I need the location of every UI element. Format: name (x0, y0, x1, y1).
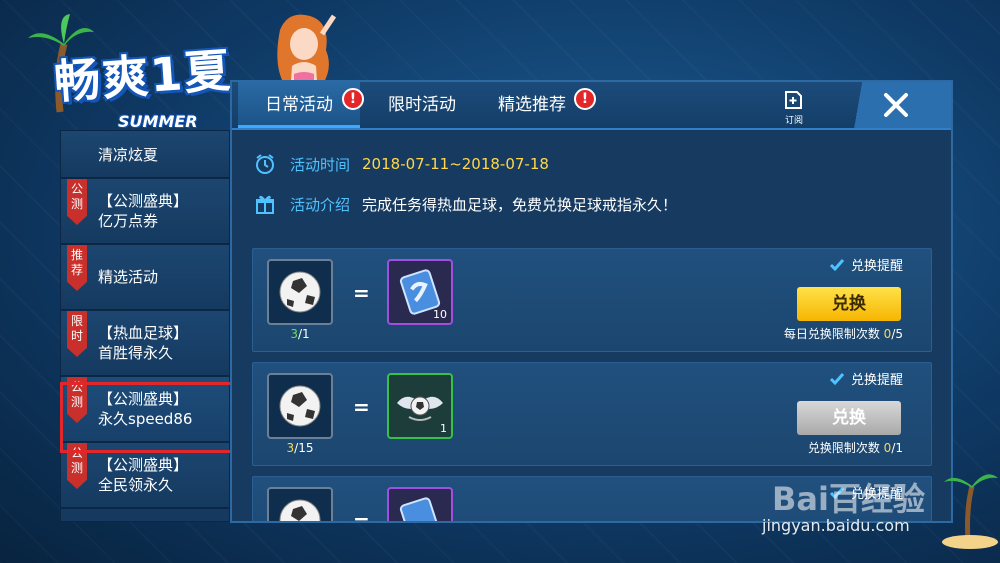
exchange-reminder[interactable]: 兑换提醒 (829, 255, 903, 274)
exchange-limit-total: /5 (891, 327, 903, 341)
tab-featured[interactable]: 精选推荐 (480, 82, 584, 128)
checkbox-checked-icon (829, 372, 845, 385)
exchange-limit: 每日兑换限制次数 0/5 (784, 325, 903, 342)
exchange-limit-total: /1 (891, 441, 903, 455)
sidebar-item-coupons[interactable]: 公测 【公测盛典】 亿万点券 (61, 179, 229, 245)
coupon-card-icon (399, 497, 441, 521)
sidebar-item-line2: 全民领永久 (98, 476, 174, 494)
activity-intro-value: 完成任务得热血足球，免费兑换足球戒指永久！ (362, 195, 678, 214)
sidebar-item-line1: 精选活动 (98, 268, 159, 286)
exchange-card: 3/15 = 1 兑换提醒 兑换 兑换限制次数 0/1 (252, 362, 932, 466)
checkbox-checked-icon (829, 258, 845, 271)
tab-daily-alert-badge: ! (342, 88, 364, 110)
gift-icon (256, 195, 274, 214)
sidebar-item-featured[interactable]: 推荐 精选活动 (61, 245, 229, 311)
sidebar-item-line1: 【公测盛典】 (98, 456, 189, 474)
logo-title: 畅爽1夏 (52, 42, 234, 110)
tab-featured-alert-badge: ! (574, 88, 596, 110)
activity-time-label: 活动时间 (290, 155, 351, 174)
football-icon (279, 499, 321, 521)
sidebar-item-line1: 【公测盛典】 (98, 192, 189, 210)
exchange-card: 3/1 = 10 兑换提醒 兑换 每日兑换限制次数 0/5 (252, 248, 932, 352)
equals-sign: = (353, 509, 370, 521)
exchange-button-disabled[interactable]: 兑换 (797, 401, 901, 435)
activity-time-row: 活动时间 2018-07-11~2018-07-18 (254, 152, 549, 176)
exchange-reminder-label: 兑换提醒 (850, 259, 903, 274)
quantity-required: /1 (297, 327, 310, 341)
sidebar-tag: 公测 (67, 377, 87, 423)
close-icon (884, 93, 908, 117)
quantity-owned: 3 (290, 327, 298, 341)
equals-sign: = (353, 395, 370, 419)
sidebar-item-label: 【公测盛典】 亿万点券 (98, 191, 223, 231)
activity-time-value: 2018-07-11~2018-07-18 (362, 155, 549, 173)
exchange-button[interactable]: 兑换 (797, 287, 901, 321)
exchange-reminder-label: 兑换提醒 (850, 373, 903, 388)
item-quantity: 3/15 (267, 441, 333, 455)
sidebar-item-line2: 亿万点券 (98, 212, 159, 230)
sidebar-item-line2: 永久speed86 (98, 410, 193, 428)
football-item-slot[interactable] (267, 259, 333, 325)
sidebar-tag: 推荐 (67, 245, 87, 291)
sidebar-item-line1: 【公测盛典】 (98, 390, 189, 408)
watermark-url: jingyan.baidu.com (762, 516, 910, 535)
sidebar-item-label: 【公测盛典】 全民领永久 (98, 455, 223, 495)
tab-label: 限时活动 (388, 95, 456, 115)
close-button[interactable] (841, 82, 951, 128)
subscribe-button[interactable]: 订阅 (780, 90, 808, 126)
football-item-slot[interactable] (267, 487, 333, 521)
sidebar-item-summer[interactable]: 清凉炫夏 (61, 131, 229, 179)
sidebar-item-permanent[interactable]: 公测 【公测盛典】 全民领永久 (61, 443, 229, 509)
activity-panel: 日常活动 ! 限时活动 精选推荐 ! 订阅 活动时间 2018-07-11~20… (230, 80, 953, 523)
tab-label: 日常活动 (265, 95, 333, 115)
reward-item-slot[interactable] (387, 487, 453, 521)
tab-limited[interactable]: 限时活动 (372, 82, 472, 128)
football-icon (279, 271, 321, 313)
reward-count: 1 (440, 422, 447, 435)
sidebar-item-line1: 【热血足球】 (98, 324, 189, 342)
sidebar-tag: 公测 (67, 179, 87, 225)
tab-label: 精选推荐 (498, 95, 566, 115)
quantity-owned: 3 (286, 441, 295, 455)
activity-sidebar: 清凉炫夏 公测 【公测盛典】 亿万点券 推荐 精选活动 限时 【热血足球】 首胜… (60, 130, 230, 522)
subscribe-label: 订阅 (784, 116, 803, 126)
equals-sign: = (353, 281, 370, 305)
exchange-limit: 兑换限制次数 0/1 (808, 439, 903, 456)
sidebar-item-label: 精选活动 (98, 267, 223, 287)
quantity-required: /15 (294, 441, 314, 455)
exchange-reminder[interactable]: 兑换提醒 (829, 369, 903, 388)
football-icon (279, 385, 321, 427)
exchange-limit-label: 每日兑换限制次数 (783, 327, 880, 341)
baidu-jingyan-watermark: Bai百经验 jingyan.baidu.com (760, 468, 1000, 563)
watermark-brand: Bai百经验 (772, 480, 925, 518)
clock-icon (256, 154, 274, 174)
football-item-slot[interactable] (267, 373, 333, 439)
sidebar-item-line2: 首胜得永久 (98, 344, 174, 362)
item-quantity: 3/1 (267, 327, 333, 341)
exchange-limit-label: 兑换限制次数 (807, 441, 880, 455)
sidebar-tag: 公测 (67, 443, 87, 489)
sidebar-item-line1: 清凉炫夏 (98, 146, 159, 164)
activity-intro-row: 活动介绍 完成任务得热血足球，免费兑换足球戒指永久！ (254, 192, 677, 216)
sidebar-item-label: 清凉炫夏 (98, 145, 223, 165)
reward-item-slot[interactable]: 10 (387, 259, 453, 325)
sidebar-tag: 限时 (67, 311, 87, 357)
logo-subtitle: SUMMER (118, 112, 198, 131)
tab-daily[interactable]: 日常活动 (238, 82, 360, 128)
activity-intro-label: 活动介绍 (290, 195, 351, 214)
sidebar-item-label: 【热血足球】 首胜得永久 (98, 323, 223, 363)
subscribe-icon (785, 91, 802, 109)
sidebar-item-label: 【公测盛典】 永久speed86 (98, 389, 223, 429)
reward-count: 10 (433, 308, 447, 321)
tab-bar: 日常活动 ! 限时活动 精选推荐 ! 订阅 (232, 82, 951, 130)
sidebar-item-football[interactable]: 限时 【热血足球】 首胜得永久 (61, 311, 229, 377)
sidebar-item-speed86[interactable]: 公测 【公测盛典】 永久speed86 (61, 377, 229, 443)
reward-item-slot[interactable]: 1 (387, 373, 453, 439)
